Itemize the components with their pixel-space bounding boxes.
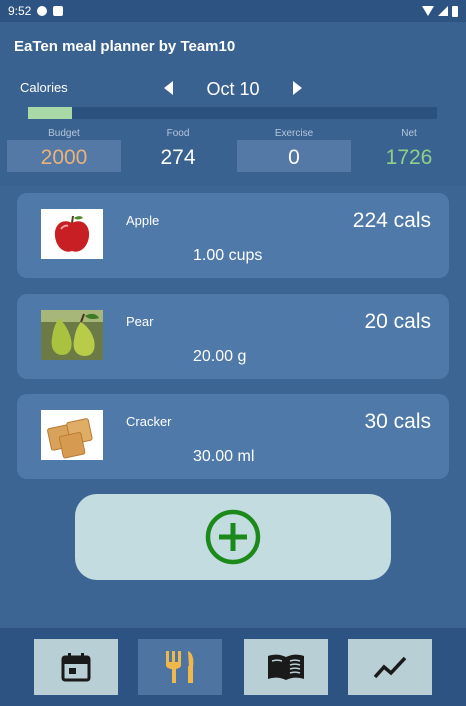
date-label: Oct 10 bbox=[206, 79, 260, 99]
calorie-progress-bar bbox=[28, 107, 437, 119]
wifi-icon bbox=[422, 6, 434, 16]
nav-progress-button[interactable] bbox=[348, 639, 432, 695]
previous-day-button[interactable] bbox=[164, 81, 173, 95]
budget-label: Budget bbox=[48, 128, 80, 139]
trend-icon bbox=[373, 656, 407, 679]
cracker-image bbox=[41, 410, 103, 460]
food-name: Cracker bbox=[126, 414, 172, 429]
food-item-apple[interactable]: Apple 224 cals 1.00 cups bbox=[17, 193, 449, 278]
food-item-cracker[interactable]: Cracker 30 cals 30.00 ml bbox=[17, 394, 449, 479]
calendar-icon bbox=[61, 653, 91, 682]
food-name: Pear bbox=[126, 314, 154, 329]
budget-value: 2000 bbox=[40, 146, 88, 169]
app-title: EaTen meal planner by Team10 bbox=[14, 38, 236, 55]
apple-image bbox=[41, 209, 103, 259]
food-calories: 224 cals bbox=[352, 209, 431, 232]
battery-icon bbox=[452, 5, 458, 17]
nav-meals-button[interactable] bbox=[138, 639, 222, 695]
add-circle-icon bbox=[205, 509, 261, 565]
food-quantity: 30.00 ml bbox=[193, 448, 255, 465]
food-item-pear[interactable]: Pear 20 cals 20.00 g bbox=[17, 294, 449, 379]
fork-knife-icon bbox=[166, 651, 194, 683]
exercise-value: 0 bbox=[288, 146, 300, 169]
food-name: Apple bbox=[126, 213, 160, 228]
nav-recipes-button[interactable] bbox=[244, 639, 328, 695]
food-label: Food bbox=[166, 128, 190, 139]
signal-icon bbox=[438, 6, 448, 16]
net-value: 1726 bbox=[385, 146, 433, 169]
summary-header: EaTen meal planner by Team10 Calories Oc… bbox=[0, 22, 466, 186]
notification-icon bbox=[37, 6, 48, 16]
bottom-navigation bbox=[0, 628, 466, 706]
next-day-button[interactable] bbox=[293, 81, 302, 95]
net-label: Net bbox=[401, 128, 417, 139]
food-calories: 20 cals bbox=[364, 310, 431, 333]
nav-calendar-button[interactable] bbox=[34, 639, 118, 695]
food-quantity: 20.00 g bbox=[193, 348, 247, 365]
exercise-label: Exercise bbox=[274, 128, 314, 139]
food-calories: 30 cals bbox=[364, 410, 431, 433]
pear-image bbox=[41, 310, 103, 360]
calorie-progress-fill bbox=[28, 107, 72, 119]
status-time: 9:52 bbox=[8, 4, 32, 18]
sd-card-icon bbox=[53, 6, 64, 16]
add-food-button[interactable] bbox=[75, 494, 391, 580]
food-quantity: 1.00 cups bbox=[193, 247, 263, 264]
book-icon bbox=[268, 654, 304, 680]
food-value: 274 bbox=[160, 146, 196, 169]
status-bar: 9:52 bbox=[0, 0, 466, 22]
calories-label: Calories bbox=[20, 80, 68, 95]
